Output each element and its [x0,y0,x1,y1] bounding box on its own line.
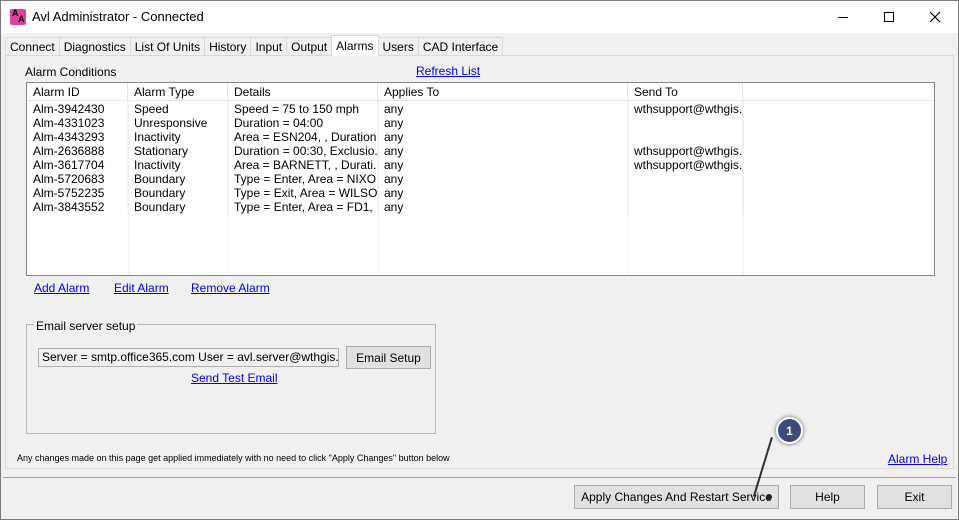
tab-output[interactable]: Output [286,37,333,56]
table-cell: any [378,144,628,158]
column-header-details[interactable]: Details [228,83,378,101]
table-row[interactable]: Alm-4343293 Inactivity Area = ESN204, , Du… [27,130,934,144]
table-cell: Type = Enter, Area = NIXO... [228,172,378,186]
table-cell [628,172,743,186]
table-cell: Speed = 75 to 150 mph [228,102,378,116]
app-logo-letter: A [18,14,25,24]
table-cell: wthsupport@wthgis.com [628,102,743,116]
alarm-conditions-label: Alarm Conditions [25,65,117,79]
minimize-icon [838,16,848,18]
table-cell: Alm-4331023 [27,116,128,130]
table-cell: any [378,172,628,186]
table-row[interactable]: Alm-3843552 Boundary Type = Enter, Area = … [27,200,934,214]
table-cell: Speed [128,102,228,116]
table-cell: any [378,186,628,200]
maximize-icon [884,12,894,22]
table-cell: Alm-4343293 [27,130,128,144]
table-row[interactable]: Alm-4331023 Unresponsive Duration = 04:00 a… [27,116,934,130]
alarm-list-header: Alarm ID Alarm Type Details Applies To S… [27,83,934,101]
callout-pointer-dot [766,494,772,500]
tab-input[interactable]: Input [250,37,288,56]
table-cell: Alm-3617704 [27,158,128,172]
close-button[interactable] [912,1,958,33]
table-row[interactable]: Alm-2636888 Stationary Duration = 00:30, E… [27,144,934,158]
column-header-applies-to[interactable]: Applies To [378,83,628,101]
alarm-list-body: Alm-3942430 Speed Speed = 75 to 150 mph any… [27,102,934,214]
table-row[interactable]: Alm-5752235 Boundary Type = Exit, Area = W… [27,186,934,200]
table-cell: Inactivity [128,158,228,172]
help-button[interactable]: Help [790,485,865,509]
column-header-send-to[interactable]: Send To [628,83,743,101]
tab-connect[interactable]: Connect [5,37,60,56]
app-logo-icon: A A [10,8,26,25]
table-cell: Area = ESN204, , Duration ... [228,130,378,144]
remove-alarm-link[interactable]: Remove Alarm [191,281,270,295]
alarm-help-link[interactable]: Alarm Help [888,452,947,466]
column-header-alarm-type[interactable]: Alarm Type [128,83,228,101]
tab-cad-interface[interactable]: CAD Interface [417,37,504,56]
tab-list-of-units[interactable]: List Of Units [129,37,206,56]
table-cell [628,130,743,144]
table-cell: wthsupport@wthgis.com [628,158,743,172]
close-icon [929,11,941,23]
footer-separator [3,477,956,478]
table-cell: any [378,200,628,214]
table-cell: Type = Exit, Area = WILSO... [228,186,378,200]
refresh-list-link[interactable]: Refresh List [416,64,480,78]
edit-alarm-link[interactable]: Edit Alarm [114,281,169,295]
table-row[interactable]: Alm-3942430 Speed Speed = 75 to 150 mph any… [27,102,934,116]
email-setup-button[interactable]: Email Setup [346,346,431,369]
table-cell [628,116,743,130]
table-cell: any [378,102,628,116]
table-cell: any [378,158,628,172]
table-cell: Duration = 04:00 [228,116,378,130]
tab-alarms[interactable]: Alarms [331,35,379,56]
table-cell: Alm-2636888 [27,144,128,158]
app-window: A A Avl Administrator - Connected Connec… [0,0,959,520]
minimize-button[interactable] [820,1,866,33]
table-cell: Alm-5720683 [27,172,128,186]
column-header-alarm-id[interactable]: Alarm ID [27,83,128,101]
table-cell: Stationary [128,144,228,158]
email-server-field[interactable]: Server = smtp.office365.com User = avl.s… [38,348,339,367]
callout-badge: 1 [776,417,803,444]
add-alarm-link[interactable]: Add Alarm [34,281,89,295]
maximize-button[interactable] [866,1,912,33]
window-title: Avl Administrator - Connected [32,9,204,24]
exit-button[interactable]: Exit [877,485,952,509]
table-cell: Type = Enter, Area = FD1, ... [228,200,378,214]
tab-history[interactable]: History [204,37,252,56]
table-cell: Boundary [128,186,228,200]
table-cell: Duration = 00:30, Exclusio... [228,144,378,158]
table-cell: Alm-3843552 [27,200,128,214]
table-cell [628,186,743,200]
table-cell: Alm-3942430 [27,102,128,116]
table-cell: any [378,130,628,144]
table-cell [628,200,743,214]
email-server-group-title: Email server setup [34,319,138,333]
title-bar: A A Avl Administrator - Connected [1,1,958,33]
table-cell: Alm-5752235 [27,186,128,200]
changes-note: Any changes made on this page get applie… [17,453,450,463]
table-cell: Inactivity [128,130,228,144]
alarm-list[interactable]: Alarm ID Alarm Type Details Applies To S… [26,82,935,276]
apply-changes-button[interactable]: Apply Changes And Restart Service [574,485,779,509]
tab-diagnostics[interactable]: Diagnostics [58,37,131,56]
table-cell: Boundary [128,200,228,214]
column-header-blank [743,83,934,101]
table-cell: any [378,116,628,130]
send-test-email-link[interactable]: Send Test Email [191,371,278,385]
table-cell: wthsupport@wthgis.com [628,144,743,158]
table-cell: Unresponsive [128,116,228,130]
tab-strip: Connect Diagnostics List Of Units Histor… [5,35,504,56]
table-cell: Area = BARNETT, , Durati... [228,158,378,172]
tab-users[interactable]: Users [377,37,419,56]
table-cell: Boundary [128,172,228,186]
table-row[interactable]: Alm-3617704 Inactivity Area = BARNETT, , D… [27,158,934,172]
table-row[interactable]: Alm-5720683 Boundary Type = Enter, Area = … [27,172,934,186]
